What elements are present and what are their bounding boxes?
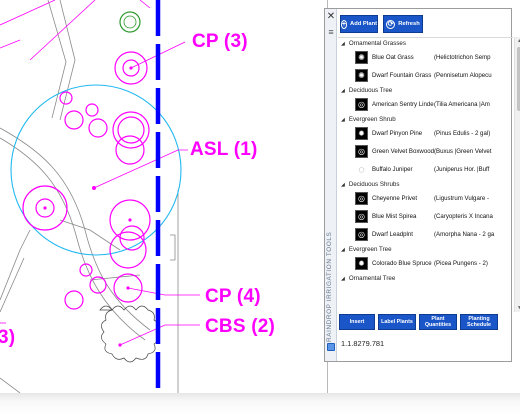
- refresh-label: Refresh: [398, 21, 420, 27]
- plant-symbol-icon: ✹: [355, 127, 368, 140]
- label-plants-button[interactable]: Label Plants: [378, 314, 416, 330]
- plant-symbol-icon: ✺: [355, 69, 368, 82]
- plant-common-name: Colorado Blue Spruce: [372, 260, 432, 267]
- plant-botanical-name: (Juniperus Hor. |Buff: [434, 166, 490, 173]
- plant-symbol-icon: ◎: [355, 98, 368, 111]
- palette-app-icon: [327, 343, 335, 351]
- collapse-triangle-icon[interactable]: ◢: [341, 182, 345, 188]
- palette-body: + Add Plant ⟳ Refresh ◢ Ornamental Grasse…: [338, 9, 520, 361]
- group-header-label: Deciduous Tree: [348, 87, 393, 94]
- plant-list-item[interactable]: ◎ Green Velvet Boxwood (Buxus |Green Velve…: [338, 143, 513, 161]
- plant-common-name: Green Velvet Boxwood: [372, 148, 434, 155]
- refresh-icon: ⟳: [386, 19, 396, 29]
- plant-common-name: Dwarf Pinyon Pine: [372, 130, 423, 137]
- palette-title: RAINDROP IRRIGATION TOOLS: [326, 231, 333, 342]
- plant-common-name: Blue Mist Spirea: [372, 213, 417, 220]
- plant-tree-list[interactable]: ◢ Ornamental Grasses ✺ Blue Oat Grass (Helic…: [338, 37, 513, 312]
- plant-list-item[interactable]: ✺ Dwarf Fountain Grass (Pennisetum Alopecu: [338, 67, 513, 85]
- plant-botanical-name: (Buxus |Green Velvet: [434, 148, 492, 155]
- settings-icon[interactable]: ≡: [326, 27, 336, 37]
- plant-common-name: Dwarf Leadplnt: [372, 231, 413, 238]
- plant-symbol-icon: ◎: [355, 192, 368, 205]
- top-toolbar: + Add Plant ⟳ Refresh: [340, 15, 423, 33]
- group-header[interactable]: ◢ Deciduous Tree: [338, 85, 513, 96]
- collapse-triangle-icon[interactable]: ◢: [341, 41, 345, 47]
- close-icon[interactable]: ✕: [326, 12, 336, 22]
- group-header[interactable]: ◢ Deciduous Shrubs: [338, 179, 513, 190]
- scroll-down-icon[interactable]: ▼: [515, 304, 520, 312]
- planting-schedule-button[interactable]: Planting Schedule: [460, 314, 498, 330]
- scroll-up-icon[interactable]: ▲: [515, 37, 520, 45]
- group-header-label: Deciduous Shrubs: [348, 181, 400, 188]
- group-header[interactable]: ◢ Evergreen Tree: [338, 244, 513, 255]
- plant-list-item[interactable]: ◎ Cheyenne Privet (Ligustrum Vulgare -: [338, 190, 513, 208]
- group-header-label: Evergreen Shrub: [348, 116, 396, 123]
- cad-linework: [0, 0, 200, 393]
- plant-common-name: Cheyenne Privet: [372, 195, 418, 202]
- plant-botanical-name: (Helictotrichon Semp: [434, 54, 491, 61]
- refresh-button[interactable]: ⟳ Refresh: [383, 15, 423, 33]
- plant-label-partial[interactable]: 3): [0, 328, 15, 347]
- plant-common-name: Buffalo Juniper: [372, 166, 413, 173]
- window-bottom-edge: [0, 393, 520, 414]
- plant-list-item[interactable]: ◌ Buffalo Juniper (Juniperus Hor. |Buff: [338, 161, 513, 179]
- version-text: 1.1.8279.781: [341, 339, 385, 348]
- plant-label-asl1[interactable]: ASL (1): [190, 140, 258, 159]
- insert-button[interactable]: Insert: [339, 314, 375, 330]
- group-header-label: Evergreen Tree: [348, 246, 392, 253]
- plant-botanical-name: (Pennisetum Alopecu: [434, 72, 492, 79]
- collapse-triangle-icon[interactable]: ◢: [341, 88, 345, 94]
- plus-icon: +: [340, 19, 348, 29]
- plant-symbol-icon: ◎: [355, 210, 368, 223]
- plant-list-item[interactable]: ✹ Colorado Blue Spruce (Picea Pungens - 2): [338, 255, 513, 273]
- plant-symbol-icon: ◌: [355, 163, 368, 176]
- plant-list-item[interactable]: ◎ American Sentry Linden (Tilia Americana …: [338, 96, 513, 114]
- plant-symbol-icon: ✹: [355, 257, 368, 270]
- group-header[interactable]: ◢ Evergreen Shrub: [338, 114, 513, 125]
- collapse-triangle-icon[interactable]: ◢: [341, 276, 345, 282]
- group-header-label: Ornamental Grasses: [348, 40, 406, 47]
- plant-common-name: Dwarf Fountain Grass: [372, 72, 432, 79]
- plant-common-name: Blue Oat Grass: [372, 54, 414, 61]
- plant-botanical-name: (Caryopteris X Incana: [434, 213, 493, 220]
- plant-list-item[interactable]: ✺ Blue Oat Grass (Helictotrichon Semp: [338, 49, 513, 67]
- collapse-triangle-icon[interactable]: ◢: [341, 247, 345, 253]
- plant-symbol-icon: ◎: [355, 228, 368, 241]
- plant-symbol-icon: ◎: [355, 145, 368, 158]
- add-plant-label: Add Plant: [350, 21, 378, 27]
- group-header[interactable]: ◢ Ornamental Tree: [338, 273, 513, 284]
- palette-titlebar[interactable]: ✕ ≡ RAINDROP IRRIGATION TOOLS: [325, 9, 337, 361]
- plant-botanical-name: (Amorpha Nana - 2 ga: [434, 231, 495, 238]
- plant-label-cp4[interactable]: CP (4): [205, 287, 261, 306]
- plant-botanical-name: (Picea Pungens - 2): [434, 260, 488, 267]
- plant-quantities-button[interactable]: Plant Quantities: [419, 314, 457, 330]
- plant-label-cp3[interactable]: CP (3): [192, 32, 248, 51]
- add-plant-button[interactable]: + Add Plant: [340, 15, 378, 33]
- group-header[interactable]: ◢ Ornamental Grasses: [338, 38, 513, 49]
- plant-common-name: American Sentry Linden: [372, 101, 434, 108]
- group-header-label: Ornamental Tree: [348, 275, 396, 282]
- plant-symbol-icon: ✺: [355, 51, 368, 64]
- plant-label-cbs2[interactable]: CBS (2): [205, 317, 275, 336]
- plant-list-scrollbar[interactable]: ▲ ▼: [514, 37, 520, 312]
- plant-botanical-name: (Pinus Edulis - 2 gal): [434, 130, 491, 137]
- plant-list-item[interactable]: ◎ Dwarf Leadplnt (Amorpha Nana - 2 ga: [338, 226, 513, 244]
- plant-botanical-name: (Tilia Americana |Am: [434, 101, 490, 108]
- plant-list-item[interactable]: ✹ Dwarf Pinyon Pine (Pinus Edulis - 2 gal): [338, 125, 513, 143]
- raindrop-tool-palette: ✕ ≡ RAINDROP IRRIGATION TOOLS + Add Plan…: [324, 8, 520, 362]
- bottom-toolbar: Insert Label Plants Plant Quantities Pla…: [339, 314, 498, 330]
- plant-botanical-name: (Ligustrum Vulgare -: [434, 195, 489, 202]
- collapse-triangle-icon[interactable]: ◢: [341, 117, 345, 123]
- cad-drawing-canvas[interactable]: CP (3) ASL (1) CP (4) CBS (2) 3): [0, 0, 328, 393]
- plant-list-item[interactable]: ◎ Blue Mist Spirea (Caryopteris X Incana: [338, 208, 513, 226]
